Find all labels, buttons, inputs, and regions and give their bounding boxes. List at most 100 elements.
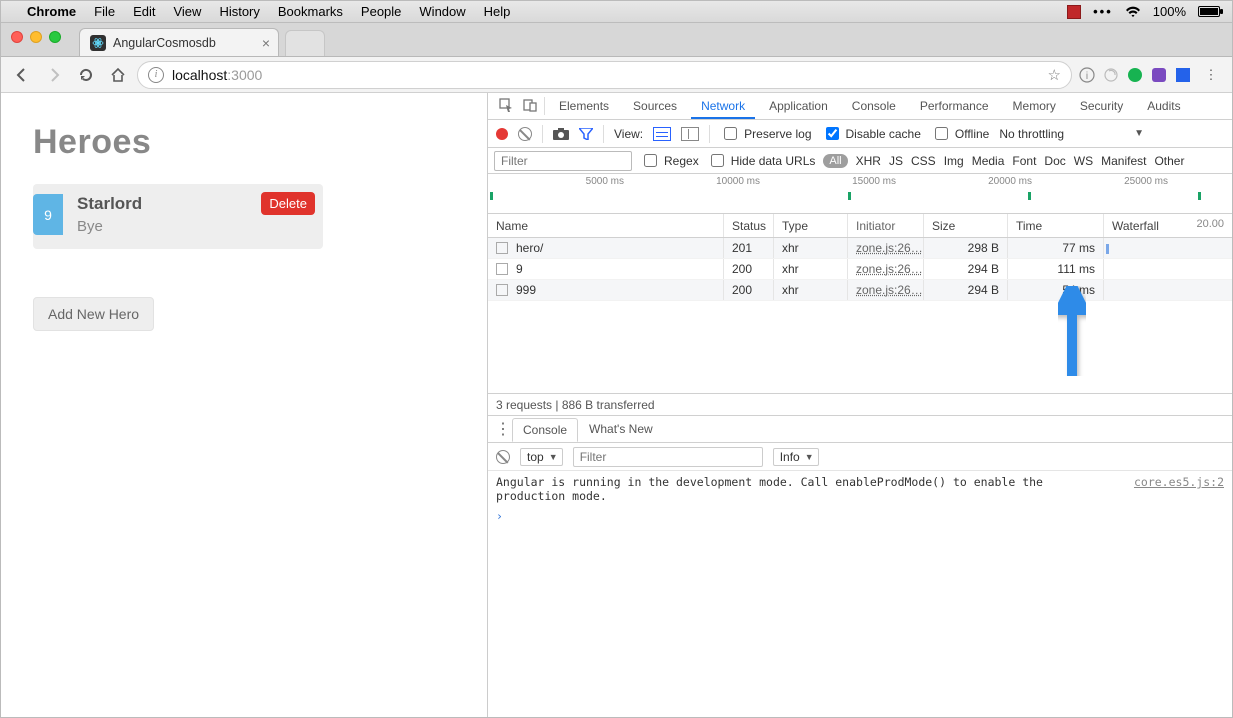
menu-bookmarks[interactable]: Bookmarks — [278, 4, 343, 19]
reload-button[interactable] — [73, 62, 99, 88]
col-time[interactable]: Time — [1008, 214, 1104, 237]
menu-history[interactable]: History — [219, 4, 259, 19]
wifi-icon[interactable] — [1125, 6, 1141, 18]
network-timeline[interactable]: 5000 ms 10000 ms 15000 ms 20000 ms 25000… — [488, 174, 1232, 214]
view-detail-icon[interactable] — [681, 127, 699, 141]
site-info-icon[interactable]: i — [148, 67, 164, 83]
drawer-tab-console[interactable]: Console — [512, 418, 578, 442]
filter-type-img[interactable]: Img — [944, 154, 964, 168]
tab-application[interactable]: Application — [759, 94, 838, 118]
console-context-select[interactable]: top — [520, 448, 563, 466]
window-zoom-icon[interactable] — [49, 31, 61, 43]
filter-type-media[interactable]: Media — [972, 154, 1005, 168]
filter-type-doc[interactable]: Doc — [1044, 154, 1065, 168]
network-row[interactable]: 999 200 xhr zone.js:26… 294 B 54 ms — [488, 280, 1232, 301]
filter-type-js[interactable]: JS — [889, 154, 903, 168]
network-row[interactable]: hero/ 201 xhr zone.js:26… 298 B 77 ms — [488, 238, 1232, 259]
cell-status: 200 — [724, 259, 774, 279]
hide-data-urls-checkbox[interactable]: Hide data URLs — [707, 151, 816, 170]
menubar-app-name[interactable]: Chrome — [27, 4, 76, 19]
preserve-log-checkbox[interactable]: Preserve log — [720, 124, 811, 143]
filter-type-manifest[interactable]: Manifest — [1101, 154, 1146, 168]
console-level-select[interactable]: Info — [773, 448, 819, 466]
clear-button[interactable] — [518, 127, 532, 141]
menu-view[interactable]: View — [173, 4, 201, 19]
disable-cache-checkbox[interactable]: Disable cache — [822, 124, 921, 143]
inspect-element-icon[interactable] — [496, 98, 516, 115]
filter-type-css[interactable]: CSS — [911, 154, 936, 168]
col-type[interactable]: Type — [774, 214, 848, 237]
device-toolbar-icon[interactable] — [520, 98, 540, 115]
offline-checkbox[interactable]: Offline — [931, 124, 989, 143]
extension-icon-grammarly[interactable] — [1126, 66, 1144, 84]
tray-more-icon[interactable]: ••• — [1093, 4, 1113, 19]
add-hero-button[interactable]: Add New Hero — [33, 297, 154, 331]
tab-network[interactable]: Network — [691, 94, 755, 119]
browser-menu-icon[interactable]: ⋮ — [1198, 62, 1224, 88]
filter-type-ws[interactable]: WS — [1074, 154, 1093, 168]
col-initiator[interactable]: Initiator — [848, 214, 924, 237]
extension-icon-2[interactable] — [1102, 66, 1120, 84]
view-large-rows-icon[interactable] — [653, 127, 671, 141]
address-bar[interactable]: i localhost:3000 ☆ — [137, 61, 1072, 89]
battery-icon — [1198, 6, 1220, 17]
cell-initiator[interactable]: zone.js:26… — [856, 262, 923, 276]
menu-file[interactable]: File — [94, 4, 115, 19]
menu-window[interactable]: Window — [419, 4, 465, 19]
extension-icon-blue[interactable] — [1174, 66, 1192, 84]
bookmark-star-icon[interactable]: ☆ — [1048, 66, 1061, 84]
tab-console[interactable]: Console — [842, 94, 906, 118]
network-row[interactable]: 9 200 xhr zone.js:26… 294 B 111 ms — [488, 259, 1232, 280]
cell-initiator[interactable]: zone.js:26… — [856, 241, 923, 255]
menu-edit[interactable]: Edit — [133, 4, 155, 19]
drawer-more-icon[interactable]: ⋮ — [494, 419, 512, 439]
hero-card[interactable]: 9 Starlord Bye Delete — [33, 184, 323, 249]
filter-icon[interactable] — [579, 128, 593, 140]
hero-id-badge: 9 — [33, 194, 63, 235]
menu-people[interactable]: People — [361, 4, 401, 19]
row-checkbox[interactable] — [496, 242, 508, 254]
row-checkbox[interactable] — [496, 263, 508, 275]
filter-type-other[interactable]: Other — [1154, 154, 1184, 168]
tab-close-icon[interactable]: × — [262, 35, 270, 51]
cell-type: xhr — [774, 238, 848, 258]
regex-checkbox[interactable]: Regex — [640, 151, 699, 170]
tab-performance[interactable]: Performance — [910, 94, 999, 118]
record-button[interactable] — [496, 128, 508, 140]
drawer-tab-whats-new[interactable]: What's New — [578, 417, 664, 441]
tab-sources[interactable]: Sources — [623, 94, 687, 118]
extension-icon-purple[interactable] — [1150, 66, 1168, 84]
col-status[interactable]: Status — [724, 214, 774, 237]
console-clear-icon[interactable] — [496, 450, 510, 464]
filter-type-all[interactable]: All — [823, 154, 847, 168]
cell-initiator[interactable]: zone.js:26… — [856, 283, 923, 297]
col-size[interactable]: Size — [924, 214, 1008, 237]
filter-type-xhr[interactable]: XHR — [856, 154, 881, 168]
row-checkbox[interactable] — [496, 284, 508, 296]
window-close-icon[interactable] — [11, 31, 23, 43]
cell-type: xhr — [774, 259, 848, 279]
network-filter-input[interactable] — [494, 151, 632, 171]
console-prompt-icon[interactable]: › — [496, 509, 1224, 523]
extension-icon-1[interactable]: i — [1078, 66, 1096, 84]
home-button[interactable] — [105, 62, 131, 88]
tab-security[interactable]: Security — [1070, 94, 1133, 118]
col-name[interactable]: Name — [488, 214, 724, 237]
new-tab-button[interactable] — [285, 30, 325, 56]
window-minimize-icon[interactable] — [30, 31, 42, 43]
menu-help[interactable]: Help — [484, 4, 511, 19]
console-source-link[interactable]: core.es5.js:2 — [1134, 475, 1224, 503]
col-waterfall[interactable]: Waterfall20.00 — [1104, 214, 1232, 237]
tray-app-icon[interactable] — [1067, 5, 1081, 19]
back-button[interactable] — [9, 62, 35, 88]
throttling-select[interactable]: No throttling — [999, 127, 1064, 141]
filter-type-font[interactable]: Font — [1012, 154, 1036, 168]
tab-elements[interactable]: Elements — [549, 94, 619, 118]
screenshot-icon[interactable] — [553, 128, 569, 140]
delete-button[interactable]: Delete — [261, 192, 315, 215]
tab-audits[interactable]: Audits — [1137, 94, 1190, 118]
console-output[interactable]: Angular is running in the development mo… — [488, 471, 1232, 717]
tab-memory[interactable]: Memory — [1003, 94, 1066, 118]
browser-tab[interactable]: AngularCosmosdb × — [79, 28, 279, 56]
console-filter-input[interactable] — [573, 447, 763, 467]
